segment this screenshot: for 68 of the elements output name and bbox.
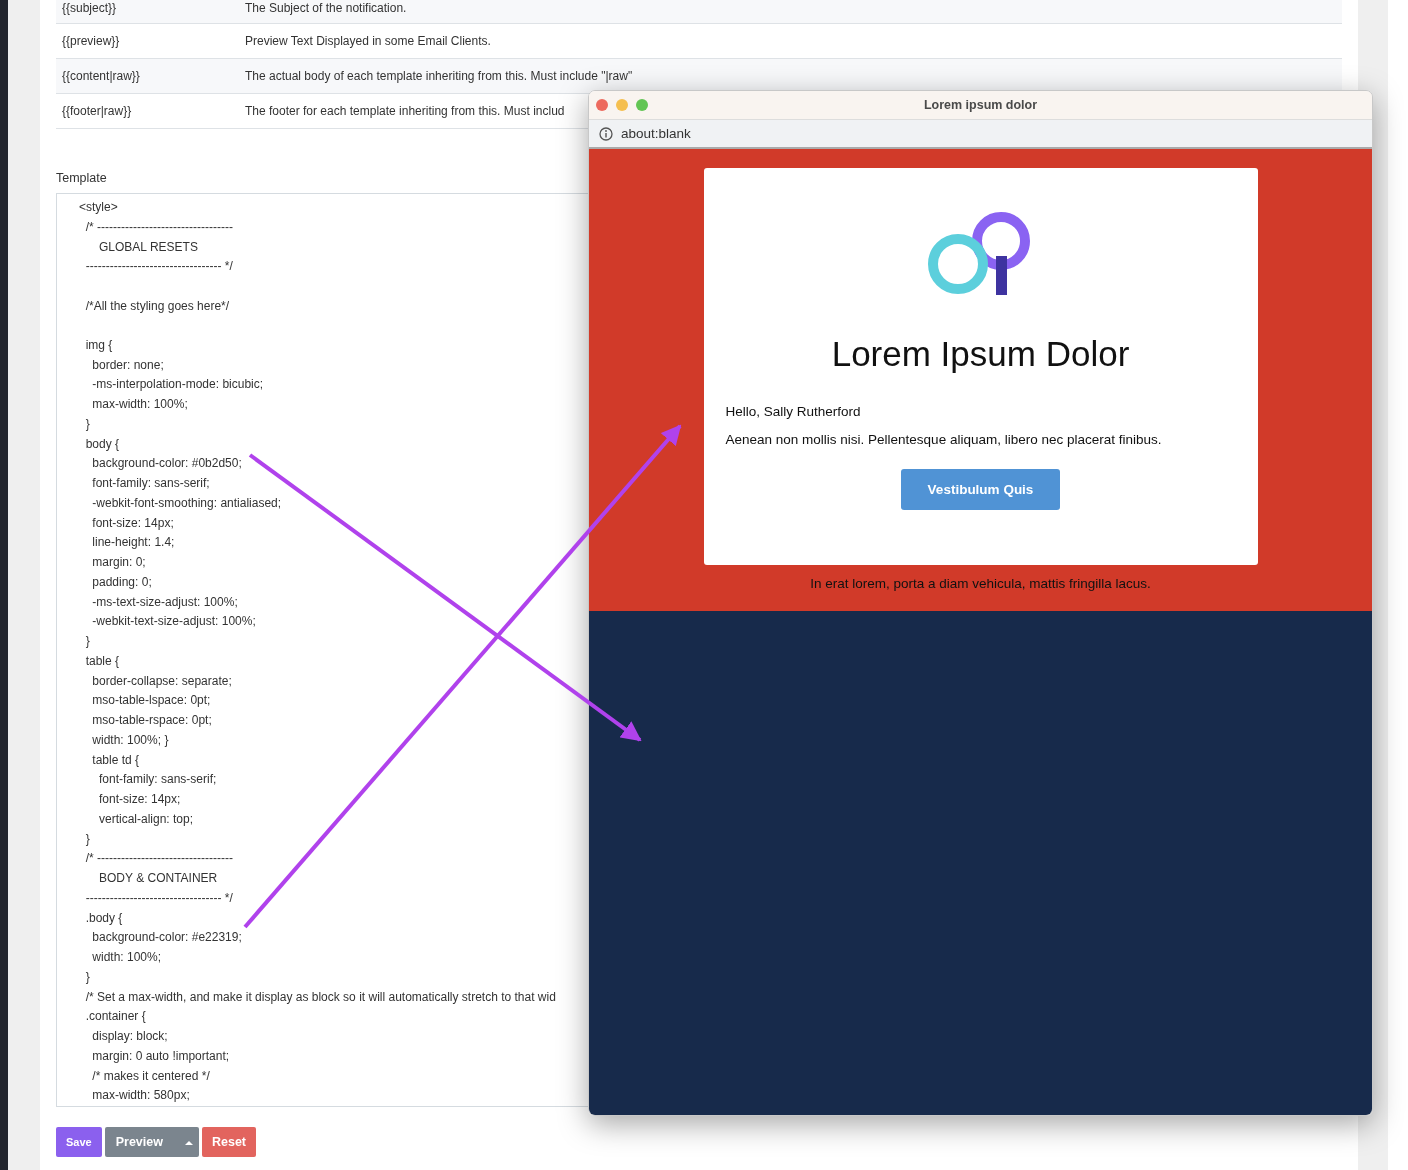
table-cell-text: {{subject}} [61,1,118,15]
code-line: margin: 0 auto !important; [91,1047,230,1065]
code-line: display: block; [91,1028,168,1046]
code-line: line-height: 1.4; [91,534,175,552]
code-line: background-color: #0b2d50; [91,455,242,473]
code-line: border: none; [91,356,164,374]
table-cell: The footer for each template inheriting from this. Must includ [245,104,565,118]
code-line: img { [84,336,113,354]
table-cell: Preview Text Displayed in some Email Clients. [245,34,491,48]
code-line: border-collapse: separate; [91,672,232,690]
code-line: table td { [91,751,140,769]
code-line: font-family: sans-serif; [91,475,210,493]
body-text: Aenean non mollis nisi. Pellentesque aliquam, libero nec placerat finibus. [725,432,1163,447]
code-line: table { [84,652,120,670]
save-button[interactable]: Save [56,1127,102,1157]
code-line: ---------------------------------- */ [84,258,233,276]
code-line: vertical-align: top; [98,810,194,828]
minimize-icon[interactable] [616,99,628,111]
preview-button[interactable]: Preview [104,1127,199,1157]
code-line: width: 100%; } [91,731,169,749]
code-line: /* ---------------------------------- [84,850,233,868]
footer-text: In erat lorem, porta a diam vehicula, mattis fringilla lacus. [810,576,1151,591]
url-text[interactable]: about:blank [621,126,691,141]
code-line: mso-table-lspace: 0pt; [91,692,211,710]
code-line: /* makes it centered */ [91,1067,210,1085]
code-line: font-size: 14px; [91,514,174,532]
code-line: } [84,968,90,986]
code-line: } [84,415,90,433]
close-icon[interactable] [596,99,608,111]
call-to-action-button[interactable]: Vestibulum Quis [901,469,1060,510]
table-cell-text: {{preview}} [61,34,121,48]
code-line: padding: 0; [91,573,152,591]
table-cell: The actual body of each template inheriting from this. Must include "|raw" [245,69,633,83]
code-line: max-width: 100%; [91,396,188,414]
code-line: .container { [84,1008,146,1026]
code-line: max-width: 580px; [91,1087,190,1105]
code-line: mso-table-rspace: 0pt; [91,712,212,730]
code-line: .body { [84,909,123,927]
code-line: margin: 0; [91,554,146,572]
code-line: font-size: 14px; [98,791,181,809]
table-cell-text: {{footer|raw}} [61,104,133,118]
code-line: -webkit-text-size-adjust: 100%; [91,613,256,631]
code-line: width: 100%; [91,949,162,967]
maximize-icon[interactable] [636,99,648,111]
code-line: body { [84,435,120,453]
window-title: Lorem ipsum dolor [923,98,1038,112]
code-line: } [84,633,90,651]
code-line: /* Set a max-width, and make it display as block so it will automatically stretch to that wid [84,988,556,1006]
field-label: Template [56,171,108,185]
info-icon[interactable] [599,126,613,141]
code-line: BODY & CONTAINER [98,870,218,888]
table-cell: The Subject of the notification. [245,1,407,15]
code-line: ---------------------------------- */ [84,889,233,907]
code-line: -ms-text-size-adjust: 100%; [91,593,238,611]
email-heading: Lorem Ipsum Dolor [830,334,1131,374]
code-line: } [84,830,90,848]
code-line: -ms-interpolation-mode: bicubic; [91,376,264,394]
code-line: -webkit-font-smoothing: antialiased; [91,494,282,512]
caret-icon[interactable] [184,1139,193,1145]
code-line: GLOBAL RESETS [98,238,198,256]
table-cell-text: {{content|raw}} [61,69,141,83]
code-line: font-family: sans-serif; [98,771,217,789]
code-line: <style> [79,199,118,216]
greeting-text: Hello, Sally Rutherford [725,404,862,419]
code-line: background-color: #e22319; [91,929,242,947]
code-line: /* ---------------------------------- [84,218,233,236]
reset-button[interactable]: Reset [201,1127,256,1157]
code-line: /*All the styling goes here*/ [84,297,230,315]
